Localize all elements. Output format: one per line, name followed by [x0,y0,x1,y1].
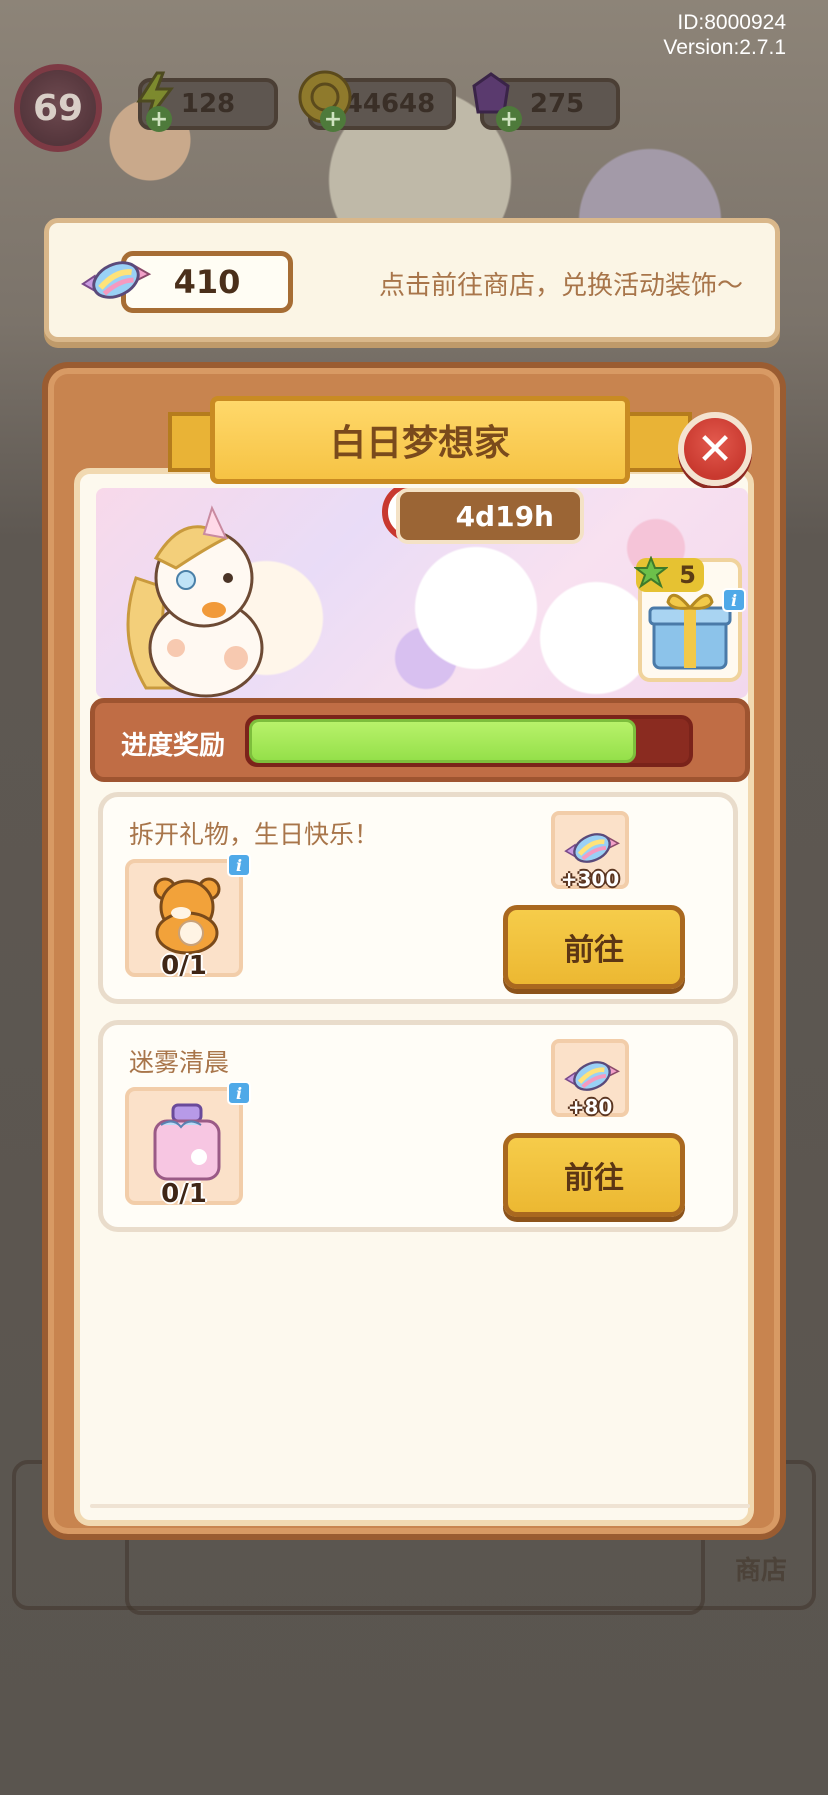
player-id-text: ID:8000924 [677,11,786,34]
perfume-bottle-icon [153,1103,221,1181]
reward-amount: +300 [560,867,620,891]
list-bottom-divider [90,1504,750,1508]
go-button[interactable]: 前往 [503,1133,685,1217]
event-timer: 4d19h [396,488,584,544]
gift-info-icon[interactable]: i [722,588,746,612]
task-progress-count: 0/1 [161,1179,207,1209]
level-badge[interactable]: 69 [14,64,102,152]
coin-add-button[interactable]: + [320,106,346,132]
progress-reward-bar: 进度奖励 [90,698,750,782]
progress-fill [249,719,637,763]
task-title: 拆开礼物，生日快乐！ [129,820,380,849]
event-panel: 白日梦想家 ✕ 4d19h 5 i 进度奖励 拆开礼物，生日快乐！ 0/1 i … [42,362,786,1540]
version-text: Version:2.7.1 [663,36,786,59]
panel-title: 白日梦想家 [210,396,630,484]
candy-shop-banner[interactable]: 410 点击前往商店，兑换活动装饰～ [44,218,780,342]
progress-label: 进度奖励 [121,731,226,761]
gem-add-button[interactable]: + [496,106,522,132]
close-icon: ✕ [696,423,734,475]
progress-track [245,715,693,767]
unicorn-character-illustration [126,505,264,698]
task-reward: +80 [551,1039,629,1119]
star-icon [634,556,668,589]
task-item-slot[interactable]: 0/1 [125,859,243,981]
close-button[interactable]: ✕ [678,412,752,486]
candy-icon [80,261,152,299]
energy-add-button[interactable]: + [146,106,172,132]
top-hud: 69 128 + 44648 + 275 + ID:8000924 Versio… [0,0,828,152]
item-info-icon[interactable]: i [227,853,251,877]
task-reward: +300 [551,811,629,891]
item-info-icon[interactable]: i [227,1081,251,1105]
task-card: 拆开礼物，生日快乐！ 0/1 i +300 前往 [98,792,738,1004]
build-info: ID:8000924 Version:2.7.1 [663,10,786,60]
task-title: 迷雾清晨 [129,1048,230,1077]
task-card: 迷雾清晨 0/1 i +80 前往 [98,1020,738,1232]
go-button[interactable]: 前往 [503,905,685,989]
bear-plush-icon [153,877,221,955]
background-shop-label: 商店 [735,1556,788,1586]
shop-hint-text: 点击前往商店，兑换活动装饰～ [378,271,743,301]
task-item-slot[interactable]: 0/1 [125,1087,243,1209]
task-progress-count: 0/1 [161,951,207,981]
reward-amount: +80 [567,1095,613,1119]
